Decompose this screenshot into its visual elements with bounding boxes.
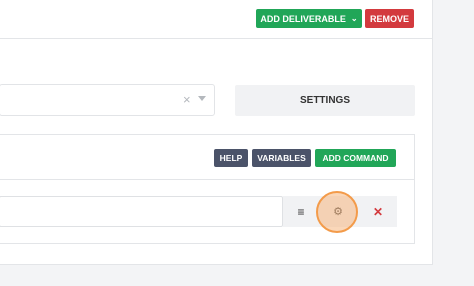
caret-down-icon[interactable] (198, 96, 206, 101)
command-actions: ≡ ⚙ ✕ (283, 196, 397, 227)
variables-button[interactable]: VARIABLES (252, 149, 311, 167)
add-deliverable-button[interactable]: ADD DELIVERABLE ⌄ (256, 9, 362, 28)
chevron-down-icon: ⌄ (350, 14, 358, 23)
header-divider (0, 38, 432, 39)
remove-button[interactable]: REMOVE (365, 9, 414, 28)
clear-icon[interactable]: × (183, 92, 191, 107)
add-command-button[interactable]: ADD COMMAND (315, 149, 396, 167)
help-button[interactable]: HELP (214, 149, 248, 167)
deliverable-panel: ADD DELIVERABLE ⌄ REMOVE × SETTINGS HELP… (0, 0, 433, 265)
add-deliverable-label: ADD DELIVERABLE (260, 13, 346, 24)
drag-handle-icon[interactable]: ≡ (283, 196, 319, 227)
commands-panel: HELP VARIABLES ADD COMMAND ≡ ⚙ ✕ (0, 134, 415, 244)
gear-icon[interactable]: ⚙ (320, 196, 356, 227)
delete-command-icon[interactable]: ✕ (360, 196, 396, 227)
target-select[interactable]: × (0, 84, 215, 116)
settings-button[interactable]: SETTINGS (235, 85, 415, 116)
commands-divider (0, 179, 414, 180)
command-input[interactable] (0, 196, 283, 227)
